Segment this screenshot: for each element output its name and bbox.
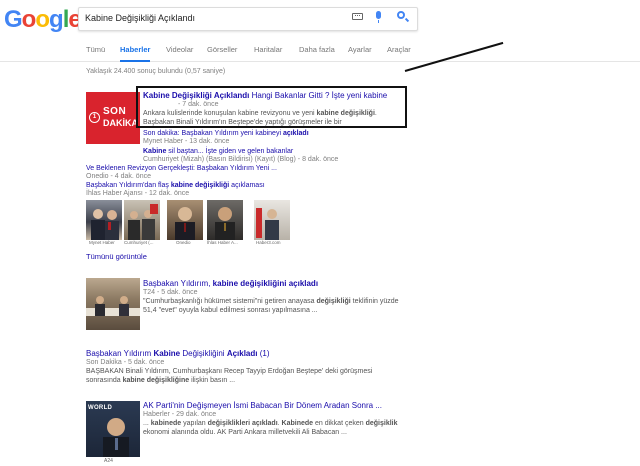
person-image-icon bbox=[175, 207, 195, 240]
son-dakika-badge: 1 bbox=[89, 112, 100, 123]
tab-gorseller[interactable]: Görseller bbox=[207, 44, 237, 62]
son-dakika-logo-text-2: DAKİKA bbox=[103, 118, 138, 128]
thumbnail-ihlas[interactable] bbox=[207, 200, 243, 240]
result-stats: Yaklaşık 24.400 sonuç bulundu (0,57 sani… bbox=[86, 68, 226, 75]
sub-story-2-meta: Cumhuriyet (Mizah) (Basın Bildirisi) (Ka… bbox=[143, 156, 339, 163]
meeting-image-icon bbox=[86, 296, 140, 316]
search-box[interactable] bbox=[78, 7, 418, 31]
sub-story-3-meta: Onedio - 4 dak. önce bbox=[86, 173, 151, 180]
thumbnail-onedio[interactable] bbox=[167, 200, 203, 240]
result-3-snippet-2: ekonomi alanında oldu. AK Parti Ankara m… bbox=[143, 429, 347, 436]
sub-story-1-meta: Mynet Haber - 13 dak. önce bbox=[143, 138, 230, 145]
tab-tumu[interactable]: Tümü bbox=[86, 44, 105, 62]
keyboard-icon[interactable] bbox=[352, 13, 363, 20]
person-image-icon bbox=[215, 207, 235, 240]
thumbnail-mynet[interactable] bbox=[86, 200, 122, 240]
search-tabs: Tümü Haberler Videolar Görseller Harital… bbox=[0, 44, 640, 62]
people-image-icon bbox=[91, 209, 119, 240]
thumbnail-caption: İhlas Haber A... bbox=[207, 240, 238, 245]
sub-story-2-title[interactable]: Kabine sil baştan... İşte giden ve gelen… bbox=[143, 148, 293, 155]
thumbnail-cumhuriyet[interactable] bbox=[124, 200, 160, 240]
result-2-title[interactable]: Başbakan Yıldırım Kabine Değişikliğini A… bbox=[86, 349, 270, 358]
person-image-icon bbox=[103, 418, 129, 457]
thumbnail-caption: Onedio bbox=[176, 240, 191, 245]
tab-videolar[interactable]: Videolar bbox=[166, 44, 193, 62]
result-2-snippet-1: BAŞBAKAN Binali Yıldırım, Cumhurbaşkanı … bbox=[86, 368, 373, 375]
result-1-image[interactable] bbox=[86, 278, 140, 330]
tab-daha-fazla[interactable]: Daha fazla bbox=[299, 44, 335, 62]
result-3-image-caption: A24 bbox=[104, 458, 113, 464]
annotation-box bbox=[136, 86, 407, 128]
thumbnail-haber3[interactable] bbox=[254, 200, 290, 240]
tab-haberler[interactable]: Haberler bbox=[120, 44, 151, 62]
header: Google Tümü Haberler Videolar Görseller … bbox=[0, 0, 640, 62]
son-dakika-logo[interactable]: 1 SON DAKİKA bbox=[86, 92, 140, 144]
result-2-snippet-2: sonrasında kabine değişikliğine ilişkin … bbox=[86, 377, 236, 384]
sub-story-4-meta: İhlas Haber Ajansı - 12 dak. önce bbox=[86, 190, 190, 197]
people-image-icon bbox=[128, 204, 158, 240]
result-2-meta: Son Dakika - 5 dak. önce bbox=[86, 359, 165, 366]
thumbnail-caption: Cumhuriyet (... bbox=[124, 240, 154, 245]
microphone-icon[interactable] bbox=[376, 11, 381, 23]
thumbnail-caption: Haber3.com bbox=[256, 240, 281, 245]
son-dakika-logo-text-1: SON bbox=[103, 106, 127, 117]
result-1-title[interactable]: Başbakan Yıldırım, kabine değişikliğini … bbox=[143, 279, 318, 288]
sub-story-4-title[interactable]: Başbakan Yıldırım'dan flaş kabine değişi… bbox=[86, 182, 265, 189]
result-3-snippet-1: ... kabinede yapılan değişiklikleri açık… bbox=[143, 420, 398, 427]
thumbnail-caption: Mynet Haber bbox=[89, 240, 115, 245]
search-icon[interactable] bbox=[397, 11, 405, 19]
result-3-image[interactable]: WORLD bbox=[86, 401, 140, 457]
result-1-meta: T24 - 5 dak. önce bbox=[143, 289, 198, 296]
sub-story-3-title[interactable]: Ve Beklenen Revizyon Gerçekleşti: Başbak… bbox=[86, 165, 277, 172]
view-all-link[interactable]: Tümünü görüntüle bbox=[86, 252, 147, 261]
result-1-snippet-2: 51,4 "evet" oyuyla kabul edilmesi sonras… bbox=[143, 307, 318, 314]
people-image-icon bbox=[256, 208, 279, 240]
tab-araclar[interactable]: Araçlar bbox=[387, 44, 411, 62]
result-3-meta: Haberler - 29 dak. önce bbox=[143, 411, 217, 418]
tab-ayarlar[interactable]: Ayarlar bbox=[348, 44, 372, 62]
google-logo[interactable]: Google bbox=[4, 6, 82, 34]
result-1-snippet-1: "Cumhurbaşkanlığı hükümet sistemi"ni get… bbox=[143, 298, 399, 305]
result-3-title[interactable]: AK Parti'nin Değişmeyen İsmi Babacan Bir… bbox=[143, 401, 382, 410]
tab-haritalar[interactable]: Haritalar bbox=[254, 44, 282, 62]
sub-story-1-title[interactable]: Son dakika: Başbakan Yıldırım yeni kabin… bbox=[143, 130, 309, 137]
search-input[interactable] bbox=[85, 13, 345, 23]
